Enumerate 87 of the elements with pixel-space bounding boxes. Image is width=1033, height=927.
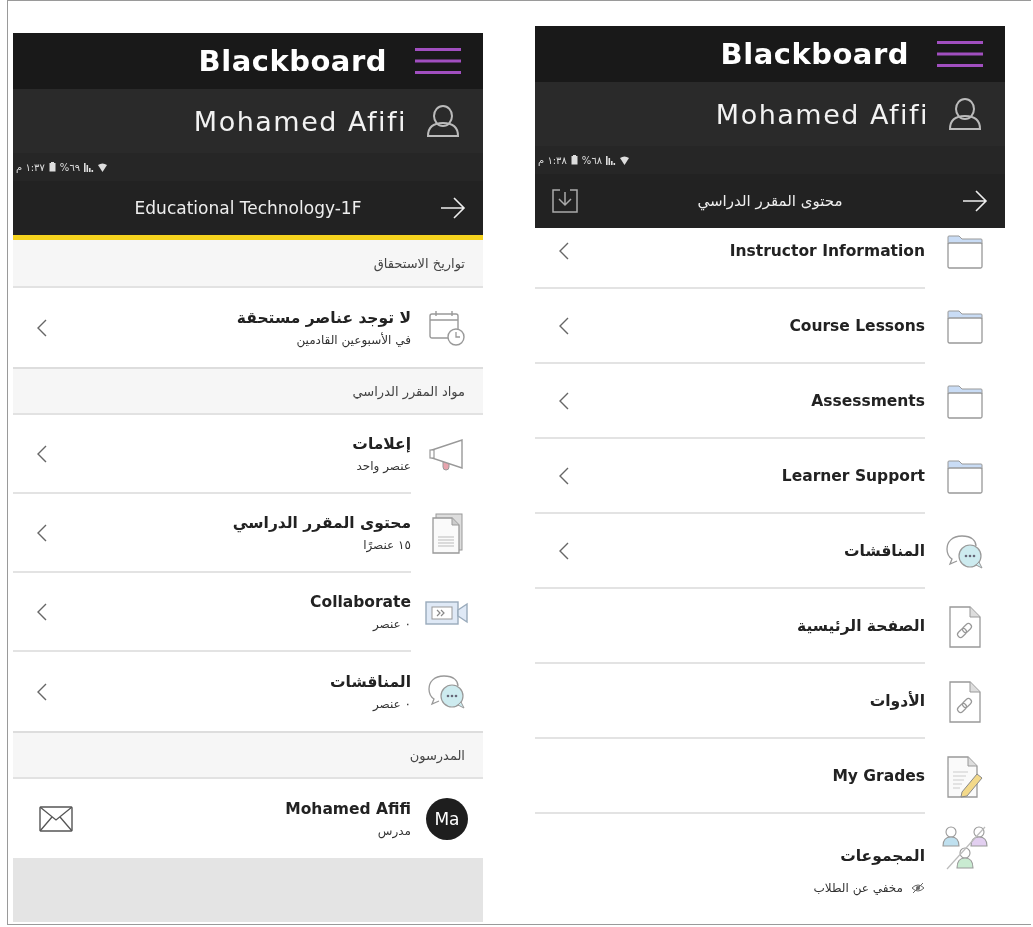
list-item[interactable]: Assessments — [535, 364, 1005, 439]
item-title: الأدوات — [869, 691, 925, 710]
chevron-icon — [559, 466, 569, 485]
item-title: Mohamed Afifi — [285, 799, 411, 818]
note-text: مخفي عن الطلاب — [813, 881, 903, 895]
back-arrow-icon[interactable] — [440, 197, 466, 219]
chat-icon — [946, 533, 984, 570]
download-icon[interactable] — [552, 189, 578, 213]
item-title: المناقشات — [844, 541, 925, 560]
list-item[interactable]: Learner Support — [535, 439, 1005, 514]
user-icon[interactable] — [947, 97, 983, 131]
list-item[interactable]: المناقشات ٠ عنصر — [13, 652, 483, 731]
section-header: تواريخ الاستحقاق — [13, 240, 483, 288]
eye-slash-icon — [911, 883, 925, 893]
chevron-icon — [37, 444, 47, 463]
item-title: Course Lessons — [789, 316, 925, 335]
item-title: Learner Support — [781, 466, 925, 485]
item-subtitle: مدرس — [377, 823, 411, 838]
document-icon — [430, 512, 464, 555]
calendar-icon — [429, 309, 465, 346]
link-document-icon — [948, 680, 982, 723]
chevron-icon — [559, 391, 569, 410]
list-item[interactable]: Instructor Information — [535, 228, 1005, 289]
battery-level: %٦٨ — [581, 154, 603, 166]
list-item[interactable]: المجموعات مخفي عن الطلاب — [535, 814, 1005, 922]
item-title: My Grades — [832, 766, 925, 785]
item-title: المناقشات — [330, 672, 411, 691]
chevron-icon — [559, 241, 569, 260]
user-icon[interactable] — [425, 104, 461, 138]
megaphone-icon — [429, 436, 465, 473]
folder-icon — [947, 234, 983, 269]
item-subtitle: ٠ عنصر — [372, 696, 411, 711]
item-title: Assessments — [811, 391, 925, 410]
item-title: Collaborate — [310, 592, 411, 611]
section-header: مواد المقرر الدراسي — [13, 367, 483, 415]
signal-icon — [84, 162, 95, 172]
chevron-icon — [559, 316, 569, 335]
item-subtitle: عنصر واحد — [356, 458, 411, 473]
section-header: المدرسون — [13, 731, 483, 779]
list-item[interactable]: لا توجد عناصر مستحقة في الأسبوعين القادمين — [13, 288, 483, 367]
menu-icon[interactable] — [415, 47, 461, 75]
battery-icon — [48, 162, 56, 172]
list-item[interactable]: My Grades — [535, 739, 1005, 814]
list-item[interactable]: الأدوات — [535, 664, 1005, 739]
chevron-icon — [37, 682, 47, 701]
status-time: ١:٣٨ م — [538, 154, 567, 166]
page-title: Educational Technology-1F — [133, 198, 363, 218]
item-title: محتوى المقرر الدراسي — [232, 513, 411, 532]
status-time: ١:٣٧ م — [16, 161, 45, 173]
signal-icon — [606, 155, 617, 165]
user-name: Mohamed Afifi — [193, 105, 407, 137]
item-title: لا توجد عناصر مستحقة — [236, 308, 411, 327]
chevron-icon — [37, 523, 47, 542]
people-icon — [942, 826, 988, 870]
page-title: محتوى المقرر الدراسي — [696, 192, 844, 210]
folder-icon — [947, 384, 983, 419]
user-name: Mohamed Afifi — [715, 98, 929, 130]
item-subtitle: ١٥ عنصرًا — [363, 537, 411, 552]
item-title: المجموعات — [840, 847, 925, 865]
item-subtitle: في الأسبوعين القادمين — [296, 332, 411, 347]
wifi-icon — [98, 162, 108, 172]
back-arrow-icon[interactable] — [962, 190, 988, 212]
mail-icon[interactable] — [39, 805, 73, 832]
chevron-icon — [37, 602, 47, 621]
folder-icon — [947, 459, 983, 494]
list-item[interactable]: الصفحة الرئيسية — [535, 589, 1005, 664]
item-title: إعلامات — [352, 434, 411, 453]
chat-icon — [428, 673, 466, 710]
list-item[interactable]: إعلامات عنصر واحد — [13, 415, 483, 494]
item-title: Instructor Information — [729, 241, 925, 260]
avatar: Ma — [426, 797, 468, 840]
chevron-icon — [559, 541, 569, 560]
battery-icon — [570, 155, 578, 165]
folder-icon — [947, 309, 983, 344]
logo: Blackboard — [198, 44, 387, 78]
menu-icon[interactable] — [937, 40, 983, 68]
item-title: الصفحة الرئيسية — [797, 616, 925, 635]
link-document-icon — [948, 605, 982, 648]
battery-level: %٦٩ — [59, 161, 81, 173]
list-item[interactable]: محتوى المقرر الدراسي ١٥ عنصرًا — [13, 494, 483, 573]
list-item[interactable]: Course Lessons — [535, 289, 1005, 364]
chevron-icon — [37, 318, 47, 337]
wifi-icon — [620, 155, 630, 165]
document-pencil-icon — [946, 755, 984, 798]
list-item[interactable]: المناقشات — [535, 514, 1005, 589]
logo: Blackboard — [720, 37, 909, 71]
item-subtitle: ٠ عنصر — [372, 616, 411, 631]
